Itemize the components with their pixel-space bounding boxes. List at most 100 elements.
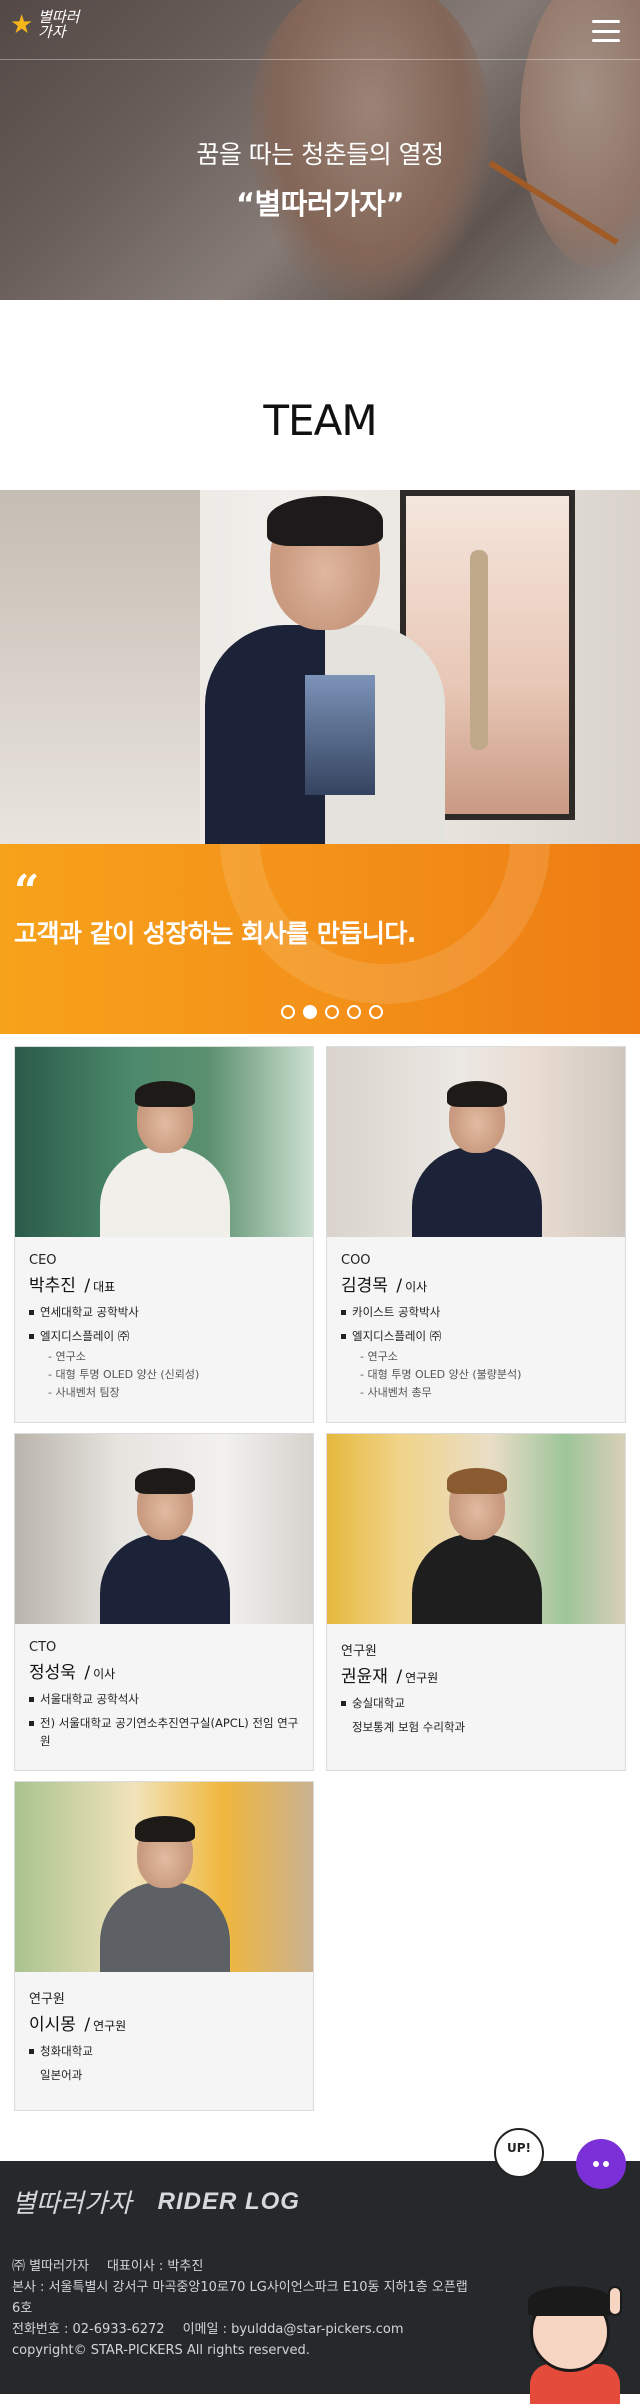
- team-member-photo: [327, 1434, 625, 1625]
- career-detail: 정보통계 보험 수리학과: [352, 1719, 466, 1734]
- team-member-photo: [327, 1047, 625, 1237]
- quote-mark-icon: “: [14, 866, 40, 917]
- career-item: 연세대학교 공학박사: [29, 1304, 299, 1322]
- career-sub-item: - 대형 투명 OLED 양산 (신뢰성): [48, 1367, 200, 1381]
- slider-dot[interactable]: [369, 1005, 383, 1019]
- star-logo-icon: ★: [10, 10, 34, 40]
- footer-company-name: ㈜ 별따러가자: [12, 2259, 89, 2275]
- team-member-info: CTO 정성욱 / 이사서울대학교 공학석사 전) 서울대학교 공기연소추진연구실(A…: [15, 1624, 313, 1770]
- team-member-info: CEO 박추진 / 대표 연세대학교 공학박사 엘지디스플레이 ㈜ - 연구소 - 대형 투…: [15, 1237, 313, 1422]
- name-separator: /: [84, 1663, 91, 1684]
- member-name: 이시몽: [29, 2015, 76, 2036]
- member-role: 연구원: [341, 1644, 377, 1660]
- career-item-text: 카이스트 공학박사: [352, 1305, 441, 1319]
- hero-title: “별따러가자”: [235, 187, 405, 221]
- hero-subtitle: 꿈을 따는 청춘들의 열정: [196, 140, 444, 169]
- footer-copyright: copyright© STAR-PICKERS All rights reser…: [12, 2342, 310, 2358]
- member-role: CTO: [29, 1640, 57, 1656]
- member-career-list: 카이스트 공학박사엘지디스플레이 ㈜ - 연구소 - 대형 투명 OLED 양산 (…: [341, 1304, 611, 1402]
- photo-person-hair: [135, 1081, 195, 1107]
- menu-bar: [592, 20, 620, 23]
- team-slider[interactable]: “ 고객과 같이 성장하는 회사를 만듭니다.: [0, 490, 640, 1034]
- member-career-list: 숭실대학교정보통계 보험 수리학과: [341, 1695, 611, 1737]
- member-title: 연구원: [405, 1671, 439, 1686]
- photo-person-body: [412, 1147, 542, 1237]
- career-sub-item: - 대형 투명 OLED 양산 (불량분석): [360, 1367, 522, 1381]
- chat-button[interactable]: [576, 2139, 626, 2189]
- career-item: 숭실대학교: [341, 1695, 611, 1713]
- footer-company-info: ㈜ 별따러가자 대표이사 : 박추진 본사 : 서울특별시 강서구 마곡중앙10로…: [12, 2257, 472, 2361]
- person-hair: [267, 496, 383, 546]
- footer-logo-riderlog[interactable]: RIDER LOG: [158, 2188, 300, 2216]
- slider-dot[interactable]: [281, 1005, 295, 1019]
- slide-quote: 고객과 같이 성장하는 회사를 만듭니다.: [14, 919, 416, 948]
- career-sub-item: - 연구소: [360, 1349, 398, 1363]
- name-separator: /: [84, 2015, 91, 2036]
- slider-dot[interactable]: [325, 1005, 339, 1019]
- mascot-finger: [608, 2286, 622, 2317]
- footer: 별따러가자 RIDER LOG ㈜ 별따러가자 대표이사 : 박추진 본사 : 서…: [0, 2161, 640, 2404]
- member-career-list: 청화대학교일본어과: [29, 2043, 299, 2085]
- member-name: 정성욱: [29, 1663, 76, 1684]
- member-name: 권윤재: [341, 1667, 388, 1688]
- member-name-line: 박추진 / 대표: [29, 1271, 299, 1296]
- career-item-text: 엘지디스플레이 ㈜: [40, 1328, 130, 1343]
- footer-email: 이메일 : byuldda@star-pickers.com: [182, 2321, 404, 2337]
- name-separator: /: [84, 1276, 91, 1296]
- career-item-text: 숭실대학교: [352, 1696, 405, 1711]
- footer-ceo: 대표이사 : 박추진: [106, 2259, 204, 2275]
- photo-person-hair: [135, 1468, 195, 1495]
- photo-person-body: [100, 1534, 230, 1625]
- slide-photo-person: [205, 496, 445, 844]
- member-title: 대표: [93, 1280, 116, 1294]
- team-member-card: COO 김경목 / 이사카이스트 공학박사엘지디스플레이 ㈜ - 연구소 - 대형 투명…: [326, 1046, 626, 1424]
- footer-logos: 별따러가자 RIDER LOG: [12, 2183, 300, 2220]
- slider-dot[interactable]: [347, 1005, 361, 1019]
- member-title: 이사: [405, 1280, 428, 1294]
- member-name-line: 정성욱 / 이사: [29, 1658, 299, 1683]
- career-item-text: 엘지디스플레이 ㈜: [352, 1328, 442, 1343]
- team-member-card: 연구원이시몽 / 연구원청화대학교일본어과: [14, 1781, 314, 2112]
- career-detail: 일본어과: [40, 2068, 83, 2083]
- career-sub-item: - 사내벤처 팀장: [48, 1385, 120, 1399]
- footer-address: 본사 : 서울특별시 강서구 마곡중앙10로70 LG사이언스파크 E10동 지…: [12, 2280, 468, 2317]
- member-career-list: 연세대학교 공학박사 엘지디스플레이 ㈜ - 연구소 - 대형 투명 OLED 양산 …: [29, 1304, 299, 1402]
- photo-person-hair: [135, 1816, 195, 1843]
- career-item: 청화대학교: [29, 2043, 299, 2061]
- person-shirt-print: [305, 675, 375, 795]
- team-member-card: 연구원 권윤재 / 연구원 숭실대학교 정보통계 보험 수리학과: [326, 1433, 626, 1772]
- career-item-text: 연세대학교 공학박사: [40, 1305, 139, 1319]
- mascot-illustration: [490, 2286, 640, 2404]
- name-separator: /: [396, 1276, 403, 1296]
- slider-pagination: [281, 1005, 383, 1019]
- mascot-hair: [528, 2286, 612, 2317]
- team-member-photo: [15, 1047, 313, 1237]
- photo-person-hair: [447, 1081, 507, 1107]
- slide-photo-wall: [0, 490, 200, 844]
- member-role: 연구원: [29, 1992, 65, 2008]
- hero-banner: ★ 별따러 가자 꿈을 따는 청춘들의 열정 “별따러가자”: [0, 0, 640, 300]
- scroll-to-top-button[interactable]: UP!: [494, 2128, 544, 2178]
- menu-bar: [592, 39, 620, 42]
- photo-person-hair: [447, 1468, 507, 1495]
- career-sub-list: - 연구소 - 대형 투명 OLED 양산 (신뢰성) - 사내벤처 팀장: [40, 1348, 299, 1402]
- career-item: 서울대학교 공학석사: [29, 1691, 299, 1709]
- site-logo[interactable]: ★ 별따러 가자: [10, 10, 79, 40]
- name-separator: /: [396, 1667, 403, 1688]
- hamburger-menu-icon[interactable]: [592, 20, 620, 42]
- member-role: COO: [341, 1253, 371, 1268]
- career-sub-list: - 연구소 - 대형 투명 OLED 양산 (불량분석) - 사내벤처 총무: [352, 1348, 611, 1402]
- team-grid: CEO 박추진 / 대표 연세대학교 공학박사 엘지디스플레이 ㈜ - 연구소 - 대형 투…: [0, 1034, 640, 2121]
- team-member-card: CEO 박추진 / 대표 연세대학교 공학박사 엘지디스플레이 ㈜ - 연구소 - 대형 투…: [14, 1046, 314, 1424]
- slider-dot[interactable]: [303, 1005, 317, 1019]
- career-sub-item: - 사내벤처 총무: [360, 1385, 432, 1399]
- member-name: 김경목: [341, 1276, 388, 1296]
- team-member-photo: [15, 1782, 313, 1973]
- member-career-list: 서울대학교 공학석사 전) 서울대학교 공기연소추진연구실(APCL) 전임 연구…: [29, 1691, 299, 1750]
- logo-text: 별따러 가자: [38, 8, 80, 41]
- hero-text: 꿈을 따는 청춘들의 열정 “별따러가자”: [0, 135, 640, 223]
- member-name-line: 이시몽 / 연구원: [29, 2010, 299, 2035]
- footer-logo-byuldda[interactable]: 별따러가자: [12, 2183, 132, 2220]
- menu-bar: [592, 29, 620, 33]
- footer-phone: 전화번호 : 02-6933-6272: [12, 2321, 165, 2337]
